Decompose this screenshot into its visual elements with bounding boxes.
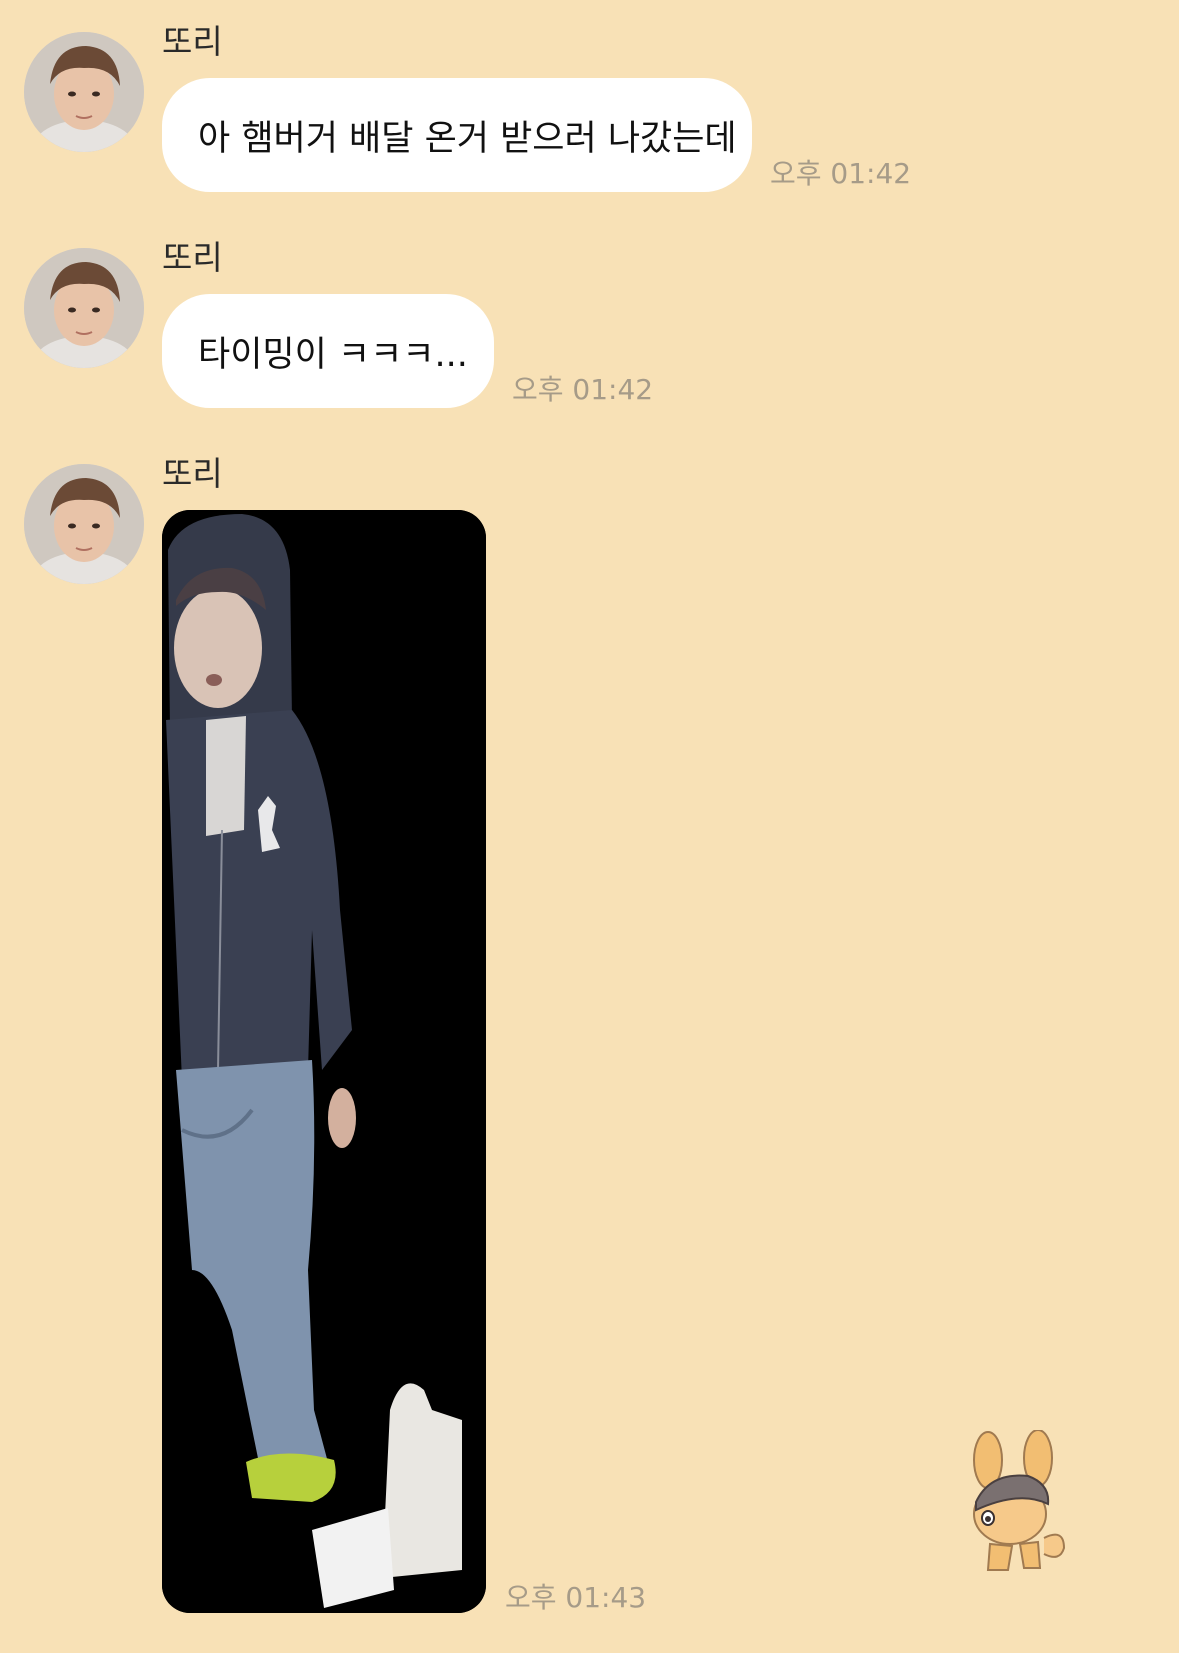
message-time: 오후 01:42	[770, 157, 912, 190]
message-time: 오후 01:43	[505, 1581, 647, 1614]
avatar[interactable]	[24, 248, 144, 368]
sender-name: 또리	[162, 454, 223, 493]
message-bubble[interactable]: 아 햄버거 배달 온거 받으러 나갔는데	[162, 78, 752, 192]
rabbit-sticker-icon	[960, 1429, 1075, 1580]
avatar[interactable]	[24, 464, 144, 584]
photo-message[interactable]	[162, 510, 486, 1613]
sender-name: 또리	[162, 22, 223, 61]
sender-name: 또리	[162, 238, 223, 277]
message-time: 오후 01:42	[512, 373, 654, 406]
avatar[interactable]	[24, 32, 144, 152]
message-bubble[interactable]: 타이밍이 ㅋㅋㅋ...	[162, 294, 494, 408]
